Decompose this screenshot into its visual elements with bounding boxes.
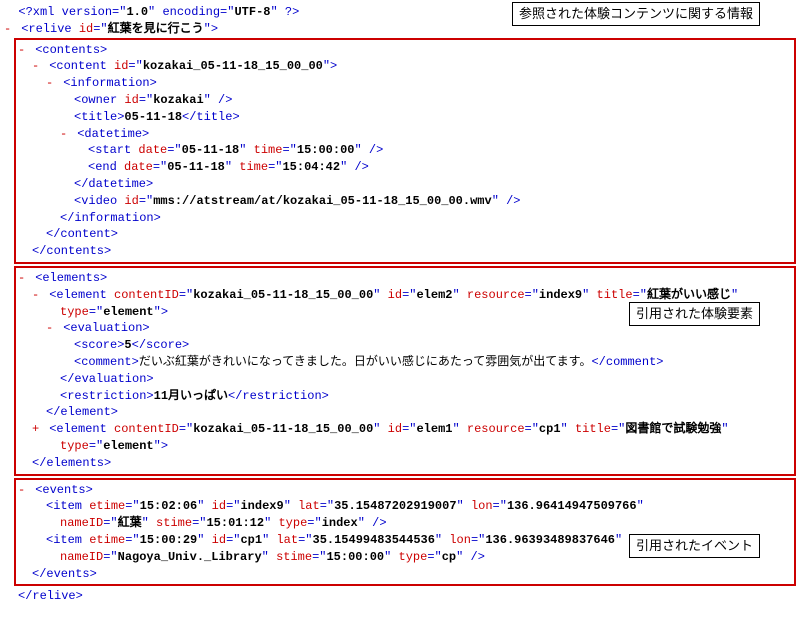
contents-box: - <contents> - <content id="kozakai_05-1…	[14, 38, 796, 264]
evaluation-close: </evaluation>	[18, 371, 792, 388]
contents-close: </contents>	[18, 243, 792, 260]
element2-open-cont: type="element">	[18, 304, 792, 321]
element2-open: - <element contentID="kozakai_05-11-18_1…	[18, 287, 792, 304]
toggle-icon[interactable]: +	[32, 421, 42, 438]
item1: <item etime="15:02:06" id="index9" lat="…	[18, 498, 792, 515]
owner-tag: <owner id="kozakai" />	[18, 92, 792, 109]
evaluation-open: - <evaluation>	[18, 320, 792, 337]
title-tag: <title>05-11-18</title>	[18, 109, 792, 126]
video-tag: <video id="mms://atstream/at/kozakai_05-…	[18, 193, 792, 210]
toggle-icon[interactable]: -	[18, 270, 28, 287]
contents-open: - <contents>	[18, 42, 792, 59]
information-open: - <information>	[18, 75, 792, 92]
toggle-icon[interactable]: -	[18, 42, 28, 59]
toggle-icon[interactable]: -	[46, 320, 56, 337]
element1-open-cont: type="element">	[18, 438, 792, 455]
relive-close: </relive>	[4, 588, 796, 605]
toggle-icon[interactable]: -	[18, 482, 28, 499]
datetime-close: </datetime>	[18, 176, 792, 193]
elements-close: </elements>	[18, 455, 792, 472]
toggle-icon[interactable]: -	[46, 75, 56, 92]
start-tag: <start date="05-11-18" time="15:00:00" /…	[18, 142, 792, 159]
end-tag: <end date="05-11-18" time="15:04:42" />	[18, 159, 792, 176]
datetime-open: - <datetime>	[18, 126, 792, 143]
label-events: 引用されたイベント	[629, 534, 760, 558]
toggle-icon[interactable]: -	[32, 58, 42, 75]
restriction-tag: <restriction>11月いっぱい</restriction>	[18, 388, 792, 405]
item1-cont: nameID="紅葉" stime="15:01:12" type="index…	[18, 515, 792, 532]
elements-box: - <elements> - <element contentID="kozak…	[14, 266, 796, 476]
element2-close: </element>	[18, 404, 792, 421]
events-box: - <events> <item etime="15:02:06" id="in…	[14, 478, 796, 587]
content-open: - <content id="kozakai_05-11-18_15_00_00…	[18, 58, 792, 75]
toggle-icon[interactable]: -	[60, 126, 70, 143]
content-close: </content>	[18, 226, 792, 243]
toggle-icon[interactable]: -	[4, 21, 14, 38]
information-close: </information>	[18, 210, 792, 227]
toggle-icon[interactable]: -	[32, 287, 42, 304]
events-open: - <events>	[18, 482, 792, 499]
label-contents: 参照された体験コンテンツに関する情報	[512, 2, 760, 26]
element1-open: + <element contentID="kozakai_05-11-18_1…	[18, 421, 792, 438]
events-close: </events>	[18, 566, 792, 583]
score-tag: <score>5</score>	[18, 337, 792, 354]
comment-tag: <comment>だいぶ紅葉がきれいになってきました。日がいい感じにあたって雰囲…	[18, 354, 792, 371]
elements-open: - <elements>	[18, 270, 792, 287]
